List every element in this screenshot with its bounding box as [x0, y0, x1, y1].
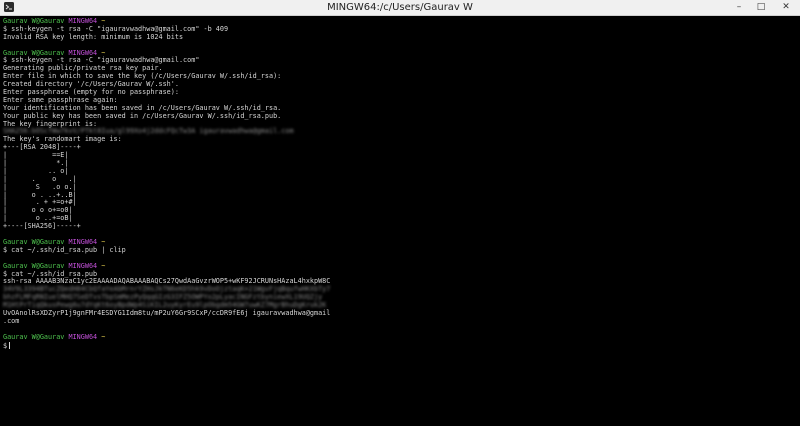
output-line: Invalid RSA key length: minimum is 1024 …: [3, 32, 793, 42]
maximize-button[interactable]: □: [750, 0, 772, 15]
prompt-path: ~: [101, 48, 106, 57]
output-text: Invalid RSA key length: minimum is 1024 …: [3, 32, 184, 41]
output-text: Enter same passphrase again:: [3, 95, 118, 104]
output-text: | .. o|: [3, 166, 77, 175]
output-text: Your identification has been saved in /c…: [3, 103, 282, 112]
output-text: | . + +=o+#|: [3, 198, 77, 207]
output-text: | o o o+=o0|: [3, 206, 73, 215]
output-text: Your public key has been saved in /c/Use…: [3, 111, 282, 120]
output-line: The key's randomart image is:: [3, 135, 793, 144]
output-line: | *.|: [3, 159, 793, 168]
text-cursor[interactable]: [9, 341, 11, 349]
output-text: UvOAnolRsXDZyrP1j9gnFMr4ESDYG1Idm8tu/mP2…: [3, 308, 331, 317]
output-text: | o . ..+..B|: [3, 190, 77, 199]
close-button[interactable]: ✕: [772, 0, 800, 15]
prompt-user: Gaurav W@Gaurav: [3, 17, 65, 25]
output-text: Enter passphrase (empty for no passphras…: [3, 88, 179, 97]
command-text: $ cat ~/.ssh/id_rsa.pub: [3, 269, 98, 278]
redacted-text: bhzFLMFqRNIuelMHQ7SeDTvsTbpSmMezPyQqqGIz…: [3, 293, 323, 302]
terminal-output[interactable]: Gaurav W@Gaurav MINGW64 ~ $ ssh-keygen -t…: [3, 17, 793, 418]
redacted-text: SHA256:bOScfWw7kvV/PTkt8Iua/gl99Xo4j2ddc…: [3, 127, 294, 136]
prompt-path: ~: [101, 261, 106, 270]
output-line: | o o o+=o0|: [3, 206, 793, 215]
output-text: The key's randomart image is:: [3, 135, 122, 144]
output-text: | . o .|: [3, 174, 77, 183]
scrollbar[interactable]: [793, 16, 800, 426]
redacted-output-line: M1HtPrTiqQkusPewg6u7dYqKt6oyBpdWp4SiKIL2…: [3, 301, 793, 310]
prompt-path: ~: [101, 237, 106, 246]
output-text: +----[SHA256]-----+: [3, 222, 81, 231]
output-line: | . + +=o+#|: [3, 199, 793, 207]
command-text: $ cat ~/.ssh/id_rsa.pub | clip: [3, 245, 126, 254]
output-line: Your public key has been saved in /c/Use…: [3, 111, 793, 121]
prompt-user: Gaurav W@Gaurav: [3, 237, 65, 246]
output-line: .com: [3, 316, 793, 326]
output-text: | o ..+=oB|: [3, 214, 73, 223]
prompt-line: Gaurav W@Gaurav MINGW64 ~: [3, 261, 793, 271]
output-line: | o . ..+..B|: [3, 190, 793, 200]
prompt-host: MINGW64: [68, 261, 98, 270]
output-text: Enter file in which to save the key (/c/…: [3, 72, 282, 81]
output-text: Created directory '/c/Users/Gaurav W/.ss…: [3, 80, 179, 89]
output-line: | .. o|: [3, 166, 793, 176]
title-bar[interactable]: MINGW64:/c/Users/Gaurav W – □ ✕: [0, 0, 800, 16]
output-text: | S .o o.|: [3, 182, 77, 191]
redacted-text: M1HtPrTiqQkusPewg6u7dYqKt6oyBpdWp4SiKIL2…: [3, 301, 327, 310]
prompt-host: MINGW64: [68, 237, 98, 246]
prompt-host: MINGW64: [68, 48, 98, 57]
command-text: $ ssh-keygen -t rsa -C "igauravwadhwa@gm…: [3, 56, 200, 65]
window-title: MINGW64:/c/Users/Gaurav W: [327, 2, 473, 13]
output-line: UvOAnolRsXDZyrP1j9gnFMr4ESDYG1Idm8tu/mP2…: [3, 308, 793, 318]
output-line: +---[RSA 2048]----+: [3, 143, 793, 152]
prompt-path: ~: [101, 17, 106, 25]
prompt-host: MINGW64: [68, 17, 98, 25]
terminal-window: MINGW64:/c/Users/Gaurav W – □ ✕ Gaurav W…: [0, 0, 800, 426]
output-text: | ==E|: [3, 151, 77, 160]
output-line: +----[SHA256]-----+: [3, 222, 793, 231]
window-controls: – □ ✕: [728, 0, 800, 15]
output-text: Generating public/private rsa key pair.: [3, 64, 163, 73]
minimize-button[interactable]: –: [728, 0, 750, 15]
output-text: +---[RSA 2048]----+: [3, 143, 81, 152]
output-line: | . o .|: [3, 174, 793, 184]
output-line: | o ..+=oB|: [3, 214, 793, 223]
command-line: $ cat ~/.ssh/id_rsa.pub | clip: [3, 245, 793, 255]
prompt-user: Gaurav W@Gaurav: [3, 261, 65, 270]
prompt-line: Gaurav W@Gaurav MINGW64 ~: [3, 332, 793, 342]
input-line: $: [3, 341, 793, 350]
output-text: | *.|: [3, 159, 77, 168]
output-line: | S .o o.|: [3, 182, 793, 192]
prompt-user: Gaurav W@Gaurav: [3, 48, 65, 57]
prompt-symbol: $: [3, 341, 8, 350]
command-text: $ ssh-keygen -t rsa -C "igauravwadhwa@gm…: [3, 24, 229, 33]
prompt-user: Gaurav W@Gaurav: [3, 332, 65, 341]
prompt-host: MINGW64: [68, 332, 98, 341]
prompt-path: ~: [101, 332, 106, 341]
output-line: | ==E|: [3, 151, 793, 160]
output-line: Enter passphrase (empty for no passphras…: [3, 88, 793, 97]
output-text: .com: [3, 316, 20, 325]
